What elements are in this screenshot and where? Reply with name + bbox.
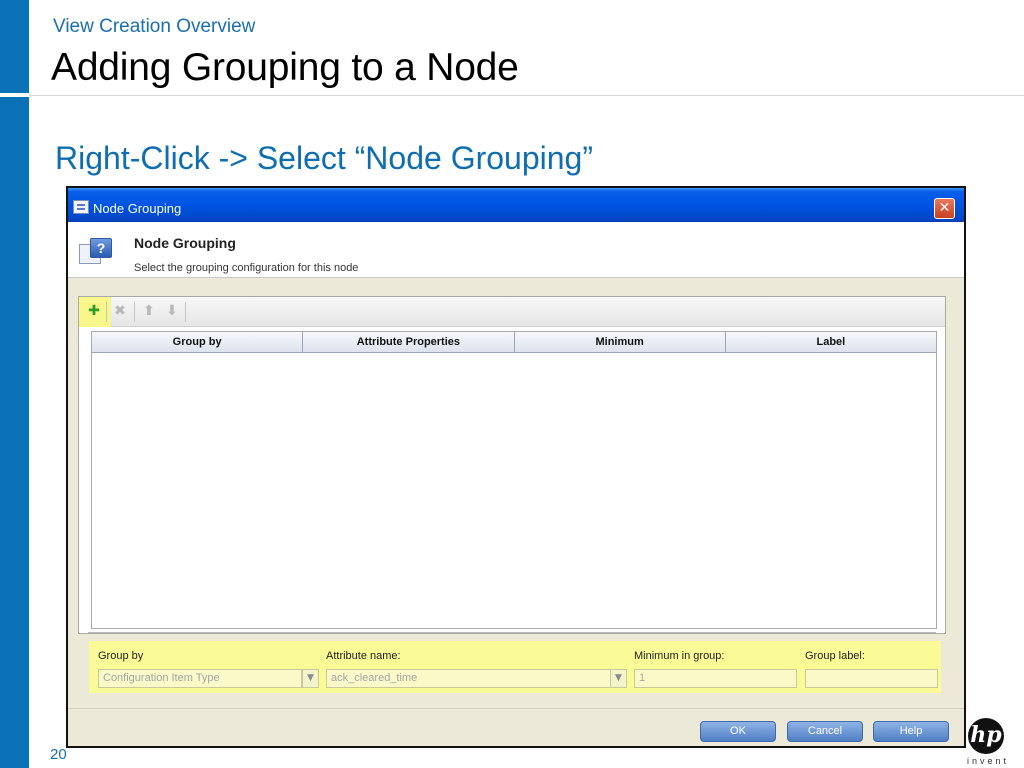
header-rule bbox=[29, 95, 1024, 96]
group-label-input[interactable] bbox=[805, 669, 938, 688]
attribute-name-dropdown-icon[interactable]: ▼ bbox=[610, 669, 627, 688]
toolbar-separator bbox=[134, 302, 135, 322]
add-icon[interactable]: ✚ bbox=[85, 302, 103, 320]
group-label-label: Group label: bbox=[805, 650, 865, 662]
delete-icon[interactable]: ✖ bbox=[111, 302, 129, 320]
toolbar-separator bbox=[106, 302, 107, 322]
dialog-titlebar[interactable]: Node Grouping ✕ bbox=[68, 188, 964, 222]
page-number: 20 bbox=[50, 746, 67, 763]
section-title: View Creation Overview bbox=[53, 16, 256, 37]
form-separator bbox=[88, 632, 936, 633]
column-header-group-by[interactable]: Group by bbox=[92, 332, 304, 352]
dialog-title: Node Grouping bbox=[93, 201, 182, 216]
slide-title: Adding Grouping to a Node bbox=[51, 46, 519, 89]
help-icon: ? bbox=[79, 238, 113, 264]
attribute-name-label: Attribute name: bbox=[326, 650, 401, 662]
ok-button[interactable]: OK bbox=[700, 721, 776, 742]
dialog-header: ? Node Grouping Select the grouping conf… bbox=[68, 222, 964, 278]
group-by-dropdown-icon[interactable]: ▼ bbox=[302, 669, 319, 688]
group-by-select[interactable]: Configuration Item Type bbox=[98, 669, 302, 688]
attribute-name-select[interactable]: ack_cleared_time bbox=[326, 669, 611, 688]
cancel-button[interactable]: Cancel bbox=[787, 721, 863, 742]
grouping-toolbar: ✚ ✖ ⬆ ⬇ bbox=[79, 297, 945, 327]
column-header-attribute-properties[interactable]: Attribute Properties bbox=[303, 332, 515, 352]
toolbar-separator bbox=[185, 302, 186, 322]
hp-logo-tagline: invent bbox=[966, 756, 1010, 766]
help-icon-badge: ? bbox=[90, 238, 112, 258]
grouping-table[interactable]: Group by Attribute Properties Minimum La… bbox=[91, 331, 937, 629]
group-by-label: Group by bbox=[98, 650, 144, 662]
move-down-icon[interactable]: ⬇ bbox=[163, 302, 181, 320]
close-button[interactable]: ✕ bbox=[934, 198, 955, 219]
grouping-panel: ✚ ✖ ⬆ ⬇ Group by Attribute Properties Mi… bbox=[78, 296, 946, 634]
help-button[interactable]: Help bbox=[873, 721, 949, 742]
header-title: Node Grouping bbox=[134, 235, 236, 251]
table-header: Group by Attribute Properties Minimum La… bbox=[92, 332, 936, 353]
dialog-footer: OK Cancel Help bbox=[68, 708, 964, 746]
move-up-icon[interactable]: ⬆ bbox=[140, 302, 158, 320]
hp-logo-mark: hp bbox=[968, 718, 1004, 754]
header-description: Select the grouping configuration for th… bbox=[134, 262, 359, 274]
slide-subtitle: Right-Click -> Select “Node Grouping” bbox=[55, 140, 593, 176]
minimum-in-group-input[interactable]: 1 bbox=[634, 669, 797, 688]
minimum-in-group-label: Minimum in group: bbox=[634, 650, 725, 662]
column-header-label[interactable]: Label bbox=[726, 332, 936, 352]
slide-side-bar bbox=[0, 0, 29, 768]
window-icon bbox=[73, 200, 89, 214]
node-grouping-dialog: Node Grouping ✕ ? Node Grouping Select t… bbox=[66, 186, 966, 748]
column-header-minimum[interactable]: Minimum bbox=[515, 332, 726, 352]
hp-logo: hp invent bbox=[962, 718, 1012, 768]
side-bar-divider bbox=[0, 93, 29, 97]
grouping-form: Group by Configuration Item Type ▼ Attri… bbox=[89, 641, 941, 693]
